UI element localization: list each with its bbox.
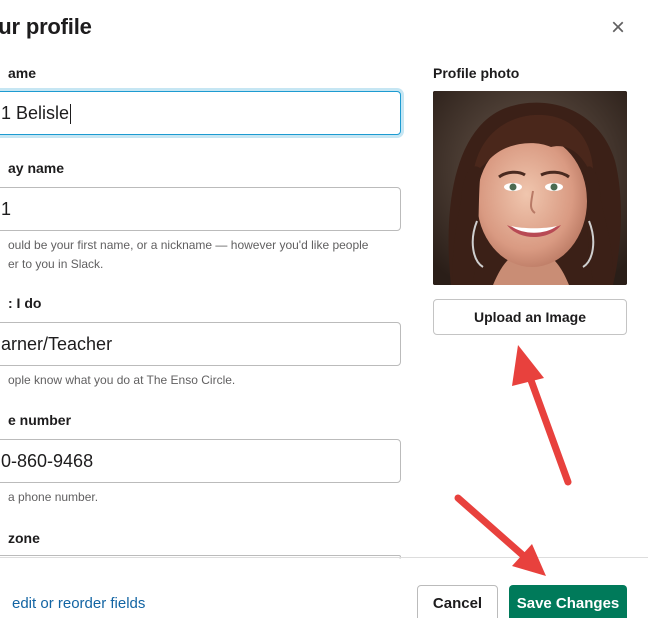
display-name-hint-line1: ould be your first name, or a nickname —… [8,238,369,252]
what-i-do-hint: ople know what you do at The Enso Circle… [8,373,236,387]
profile-photo [433,91,627,285]
display-name-hint-line2: er to you in Slack. [8,257,104,271]
full-name-value: 1 Belisle [1,103,70,123]
what-i-do-value: arner/Teacher [1,334,113,354]
arrow-to-save-icon [454,494,546,576]
profile-photo-image [433,91,627,285]
phone-number-label: e number [8,412,72,428]
text-caret [70,104,72,125]
arrow-to-upload-icon [512,345,572,486]
phone-number-value: 0-860-9468 [1,451,94,471]
what-i-do-input[interactable]: arner/Teacher [0,322,401,366]
display-name-input[interactable]: 1 [0,187,401,231]
edit-profile-modal: t your profile × ame 1 Belisle ay name 1… [0,0,648,618]
display-name-value: 1 [1,199,12,219]
profile-photo-label: Profile photo [433,65,520,81]
full-name-label: ame [8,65,37,81]
close-icon[interactable]: × [604,14,632,42]
edit-reorder-fields-link[interactable]: edit or reorder fields [12,595,145,612]
time-zone-label: zone [8,530,40,546]
footer-divider [0,557,648,558]
full-name-input[interactable]: 1 Belisle [0,91,401,135]
save-changes-button[interactable]: Save Changes [509,585,627,618]
upload-image-button[interactable]: Upload an Image [433,299,627,335]
what-i-do-label: : I do [8,295,42,311]
phone-number-input[interactable]: 0-860-9468 [0,439,401,483]
phone-number-hint: a phone number. [8,490,99,504]
modal-title: t your profile [0,14,92,39]
cancel-button[interactable]: Cancel [417,585,498,618]
display-name-label: ay name [8,160,65,176]
